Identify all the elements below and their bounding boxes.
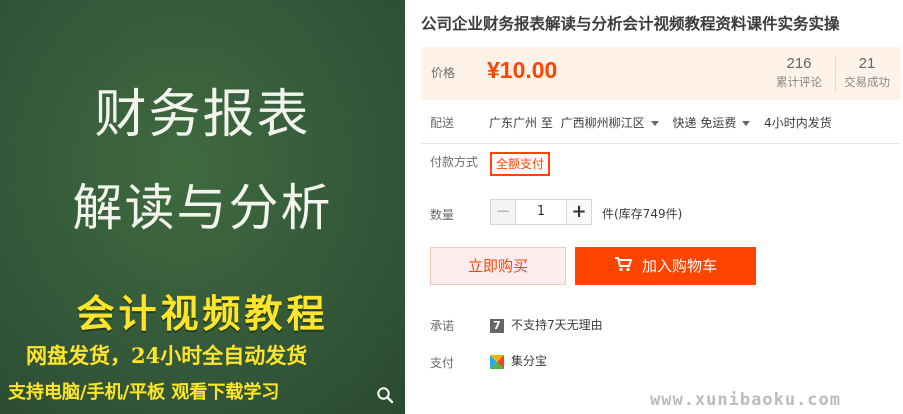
promise-label: 承诺	[430, 319, 455, 333]
sales-stat: 21 交易成功	[838, 55, 896, 90]
reviews-label: 累计评论	[776, 75, 822, 89]
jifenbao-icon	[490, 354, 504, 369]
sales-label: 交易成功	[844, 75, 890, 89]
price-label: 价格	[431, 66, 456, 80]
quantity-label: 数量	[430, 208, 455, 222]
delivery-from: 广东广州 至	[489, 116, 553, 130]
promise-text: 不支持7天无理由	[511, 318, 603, 332]
image-text-devices-note: 支持电脑/手机/平板 观看下载学习	[8, 382, 280, 403]
ship-time: 4小时内发货	[764, 116, 832, 130]
reviews-count: 216	[786, 55, 812, 72]
cart-icon	[614, 248, 632, 286]
delivery-label: 配送	[430, 116, 455, 130]
delivery-info: 广东广州 至 广西柳州柳江区 快递 免运费 4小时内发货	[489, 114, 836, 131]
add-to-cart-button[interactable]: 加入购物车	[575, 247, 756, 285]
watermark: www.xunibaoku.com	[650, 390, 841, 410]
payment-text: 集分宝	[511, 354, 548, 368]
pay-label: 支付	[430, 356, 455, 370]
sales-count: 21	[858, 55, 876, 72]
payment-method-label: 付款方式	[430, 155, 479, 169]
image-text-delivery-note: 网盘发货，24小时全自动发货	[26, 343, 308, 368]
image-text-subtitle: 会计视频教程	[76, 291, 329, 336]
product-main-image[interactable]: 财务报表 解读与分析 会计视频教程 网盘发货，24小时全自动发货 支持电脑/手机…	[0, 0, 405, 414]
promise-info: 7 不支持7天无理由	[490, 316, 603, 333]
delivery-destination-select[interactable]: 广西柳州柳江区	[561, 116, 645, 130]
image-text-title-2: 解读与分析	[72, 179, 333, 237]
chevron-down-icon[interactable]	[650, 121, 659, 126]
quantity-input[interactable]: 1	[516, 199, 566, 225]
payment-info: 集分宝	[490, 352, 547, 369]
add-to-cart-label: 加入购物车	[641, 257, 717, 275]
delivery-method-select[interactable]: 快递 免运费	[673, 116, 737, 130]
stat-divider	[835, 55, 836, 93]
increase-button[interactable]: +	[566, 199, 592, 225]
price-value: ¥10.00	[487, 57, 558, 83]
decrease-button[interactable]: −	[490, 199, 516, 225]
price-panel: 价格 ¥10.00 216 累计评论 21 交易成功	[421, 47, 901, 100]
reviews-stat[interactable]: 216 累计评论	[770, 55, 828, 90]
buy-now-button[interactable]: 立即购买	[430, 247, 566, 285]
magnifier-icon[interactable]	[374, 386, 396, 408]
image-text-title-1: 财务报表	[94, 85, 311, 145]
full-payment-option[interactable]: 全额支付	[490, 152, 550, 176]
chevron-down-icon[interactable]	[742, 121, 751, 126]
stock-info: 件(库存749件)	[602, 207, 683, 221]
product-title: 公司企业财务报表解读与分析会计视频教程资料课件实务实操	[421, 15, 840, 33]
seven-day-icon: 7	[490, 318, 504, 333]
divider	[421, 143, 901, 144]
